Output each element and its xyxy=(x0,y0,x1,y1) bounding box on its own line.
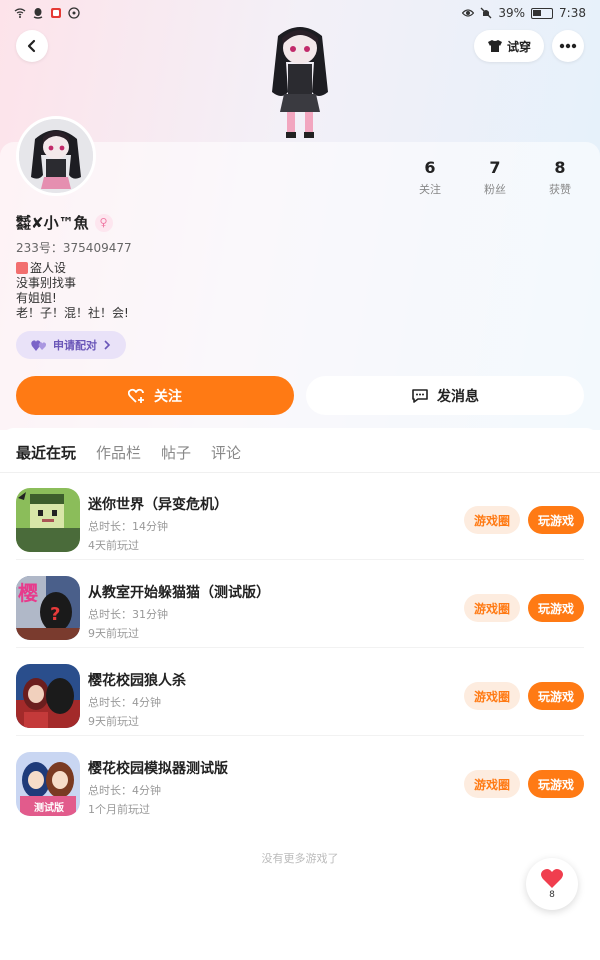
battery-percent: 39% xyxy=(498,6,526,20)
message-icon xyxy=(412,388,428,403)
tab-bar: 最近在玩 作品栏 帖子 评论 xyxy=(16,442,241,463)
gender-female-icon: ♀ xyxy=(94,213,113,232)
apply-match-label: 申请配对 xyxy=(53,339,97,352)
chat-bubble-icon xyxy=(68,7,80,19)
game-icon-label: 樱 xyxy=(18,581,38,605)
game-duration: 总时长：31分钟 xyxy=(88,608,168,621)
bio-line: 有姐姐! xyxy=(16,291,57,305)
chevron-right-icon xyxy=(104,340,111,350)
game-circle-button[interactable]: 游戏圈 xyxy=(464,506,520,534)
game-icon-badge: 测试版 xyxy=(34,801,64,814)
bio-line: 盗人设 xyxy=(16,261,129,276)
game-row[interactable]: 樱 ? 从教室开始躲猫猫（测试版） 总时长：31分钟 9天前玩过 游戏圈 玩游戏 xyxy=(0,560,600,648)
heart-plus-icon xyxy=(128,388,144,403)
play-game-button[interactable]: 玩游戏 xyxy=(528,682,584,710)
stat-likes-label: 获赞 xyxy=(549,183,571,196)
game-last-played: 9天前玩过 xyxy=(88,715,139,728)
game-icon[interactable]: 测试版 xyxy=(16,752,80,816)
tab-comments[interactable]: 评论 xyxy=(211,442,241,463)
svg-text:?: ? xyxy=(50,604,60,625)
follow-button[interactable]: 关注 xyxy=(16,376,294,415)
nickname: ㍿✘小™魚 xyxy=(16,214,89,232)
stat-fans-count: 7 xyxy=(489,158,501,177)
stat-likes[interactable]: 8 获赞 xyxy=(530,158,590,197)
play-game-button[interactable]: 玩游戏 xyxy=(528,770,584,798)
like-button[interactable]: 8 xyxy=(526,858,578,910)
tab-posts[interactable]: 帖子 xyxy=(161,442,191,463)
game-icon[interactable]: 樱 ? xyxy=(16,576,80,640)
game-title: 樱花校园狼人杀 xyxy=(88,673,186,689)
play-game-button[interactable]: 玩游戏 xyxy=(528,506,584,534)
try-on-button[interactable]: 试穿 xyxy=(474,30,544,62)
play-game-button[interactable]: 玩游戏 xyxy=(528,594,584,622)
app-notification-icon xyxy=(51,8,61,18)
game-duration: 总时长：4分钟 xyxy=(88,784,161,797)
more-options-button[interactable] xyxy=(552,30,584,62)
send-message-label: 发消息 xyxy=(437,388,479,405)
game-circle-button[interactable]: 游戏圈 xyxy=(464,682,520,710)
stat-fans-label: 粉丝 xyxy=(484,183,506,196)
game-circle-button[interactable]: 游戏圈 xyxy=(464,594,520,622)
like-count: 8 xyxy=(549,890,555,900)
chevron-left-icon xyxy=(27,39,36,53)
game-circle-button[interactable]: 游戏圈 xyxy=(464,770,520,798)
apply-match-button[interactable]: 申请配对 xyxy=(16,331,126,359)
bio-line-text: 盗人设 xyxy=(30,261,67,275)
game-last-played: 4天前玩过 xyxy=(88,539,139,552)
game-row[interactable]: 樱花校园狼人杀 总时长：4分钟 9天前玩过 游戏圈 玩游戏 xyxy=(0,648,600,736)
game-icon[interactable] xyxy=(16,488,80,552)
stat-fans[interactable]: 7 粉丝 xyxy=(465,158,525,197)
status-left-icons xyxy=(14,7,80,19)
shirt-icon xyxy=(487,40,502,52)
game-last-played: 9天前玩过 xyxy=(88,627,139,640)
game-duration: 总时长：4分钟 xyxy=(88,696,161,709)
bio-line: 老！子！混！社！会! xyxy=(16,306,129,320)
mute-bell-icon xyxy=(480,7,492,19)
no-more-games-text: 没有更多游戏了 xyxy=(261,852,339,865)
qq-icon xyxy=(33,8,43,19)
send-message-button[interactable]: 发消息 xyxy=(306,376,584,415)
game-duration: 总时长：14分钟 xyxy=(88,520,168,533)
back-button[interactable] xyxy=(16,30,48,62)
flag-icon xyxy=(16,262,28,274)
game-last-played: 1个月前玩过 xyxy=(88,803,150,816)
tab-works[interactable]: 作品栏 xyxy=(96,442,141,463)
clock: 7:38 xyxy=(559,6,586,20)
game-row[interactable]: 测试版 樱花校园模拟器测试版 总时长：4分钟 1个月前玩过 游戏圈 玩游戏 xyxy=(0,736,600,824)
stat-likes-count: 8 xyxy=(554,158,566,177)
eye-icon xyxy=(462,9,475,17)
heart-icon xyxy=(541,869,563,888)
profile-stats: 6 关注 7 粉丝 8 获赞 xyxy=(400,158,590,197)
stat-following-count: 6 xyxy=(424,158,436,177)
avatar-skin-figure xyxy=(258,22,342,142)
game-row[interactable]: 迷你世界（异变危机） 总时长：14分钟 4天前玩过 游戏圈 玩游戏 xyxy=(0,472,600,560)
avatar[interactable] xyxy=(16,116,96,196)
stat-following-label: 关注 xyxy=(419,183,441,196)
game-title: 从教室开始躲猫猫（测试版） xyxy=(88,585,270,601)
status-right: 39% 7:38 xyxy=(462,6,586,20)
bio-line: 没事别找事 xyxy=(16,276,77,290)
stat-following[interactable]: 6 关注 xyxy=(400,158,460,197)
double-heart-icon xyxy=(31,340,47,351)
more-dots-icon xyxy=(559,43,577,49)
follow-label: 关注 xyxy=(154,388,182,405)
tab-recently-played[interactable]: 最近在玩 xyxy=(16,442,76,463)
bio: 盗人设 没事别找事 有姐姐! 老！子！混！社！会! xyxy=(16,261,129,321)
wifi-icon xyxy=(14,8,26,18)
battery-icon xyxy=(531,7,554,19)
game-icon[interactable] xyxy=(16,664,80,728)
user-id: 233号：375409477 xyxy=(16,241,132,255)
nickname-row: ㍿✘小™魚 ♀ xyxy=(16,212,113,233)
try-on-label: 试穿 xyxy=(506,39,531,54)
game-title: 樱花校园模拟器测试版 xyxy=(88,761,228,777)
game-title: 迷你世界（异变危机） xyxy=(88,497,228,513)
